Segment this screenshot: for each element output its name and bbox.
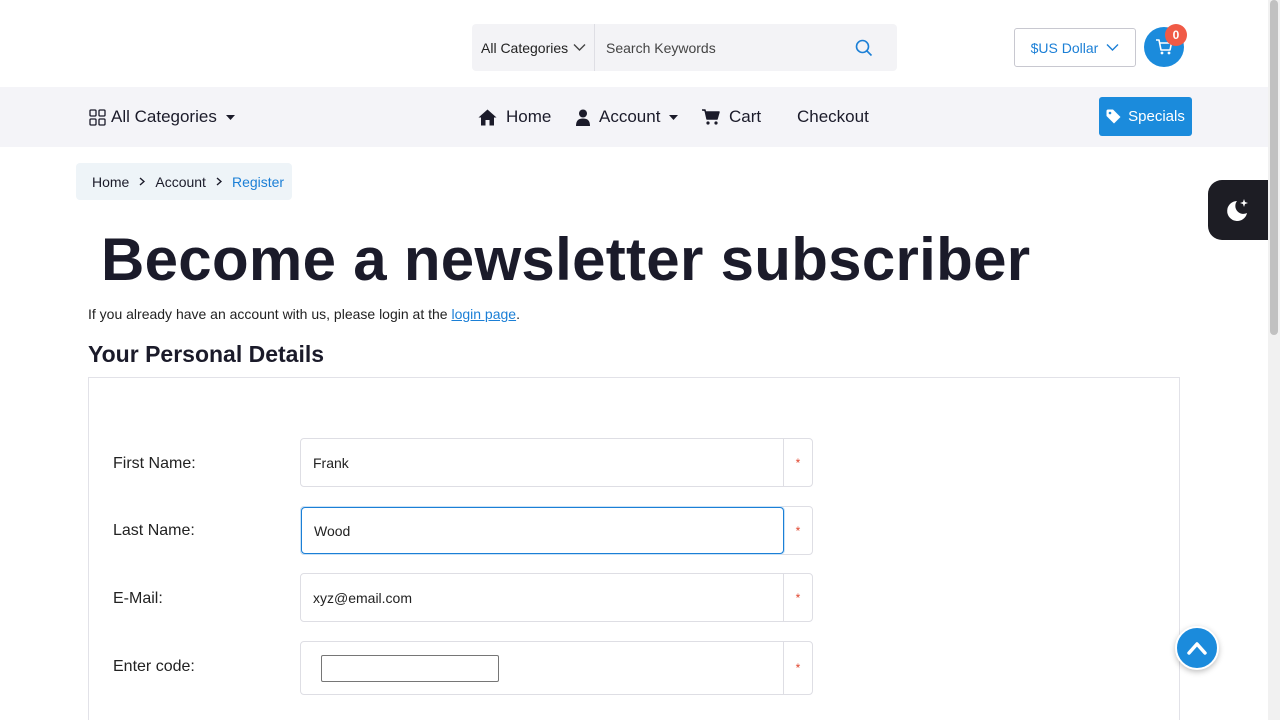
nav-home[interactable]: Home <box>478 87 551 147</box>
section-title: Your Personal Details <box>88 341 325 367</box>
nav-cart-label: Cart <box>729 107 762 126</box>
nav-cart[interactable]: Cart <box>702 87 761 147</box>
email-group: * <box>300 573 813 622</box>
code-input-wrapper <box>301 642 784 694</box>
caret-down-icon <box>669 114 679 120</box>
tag-icon <box>1106 109 1121 124</box>
code-label: Enter code: <box>113 658 195 675</box>
required-mark: * <box>795 590 801 605</box>
page-title: Become a newsletter subscriber <box>101 226 1031 293</box>
chevron-down-icon <box>573 44 586 51</box>
nav-checkout-label: Checkout <box>797 107 869 126</box>
user-icon <box>576 109 590 126</box>
chevron-up-icon <box>1187 642 1207 655</box>
required-mark: * <box>795 661 801 675</box>
intro-text-before: If you already have an account with us, … <box>88 306 452 322</box>
caret-down-icon <box>225 114 235 120</box>
cart-icon <box>702 109 720 125</box>
nav-account[interactable]: Account <box>576 87 679 147</box>
home-icon <box>478 109 497 125</box>
required-mark: * <box>795 523 801 538</box>
search-button[interactable] <box>831 24 897 71</box>
nav-checkout[interactable]: Checkout <box>797 87 869 147</box>
breadcrumb-register[interactable]: Register <box>232 174 284 190</box>
chevron-right-icon <box>216 177 222 186</box>
moon-stars-icon <box>1227 199 1248 221</box>
page-scrollbar[interactable] <box>1268 0 1280 720</box>
chevron-right-icon <box>139 177 146 186</box>
email-input[interactable] <box>301 574 784 621</box>
main-nav: All Categories Home Account Cart Checkou… <box>0 87 1268 147</box>
chevron-down-icon <box>1106 44 1119 51</box>
code-input[interactable] <box>321 655 499 682</box>
top-header: All Categories $US Dollar 0 <box>0 0 1268 87</box>
required-mark: * <box>795 455 801 470</box>
breadcrumb-home[interactable]: Home <box>92 174 129 190</box>
search-input[interactable] <box>595 24 831 71</box>
cart-count-badge: 0 <box>1165 24 1187 46</box>
nav-all-categories[interactable]: All Categories <box>89 87 235 147</box>
code-group: * <box>300 641 813 695</box>
dark-mode-toggle[interactable] <box>1208 180 1268 240</box>
intro-text-after: . <box>516 306 520 322</box>
search-icon <box>855 39 873 56</box>
specials-label: Specials <box>1128 108 1185 125</box>
breadcrumb-account[interactable]: Account <box>155 174 206 190</box>
nav-all-categories-label: All Categories <box>111 107 217 126</box>
login-page-link[interactable]: login page <box>451 306 516 322</box>
nav-home-label: Home <box>506 107 552 126</box>
first-name-input[interactable] <box>301 439 784 486</box>
search-bar: All Categories <box>472 24 897 71</box>
last-name-group: * <box>300 506 813 555</box>
first-name-group: * <box>300 438 813 487</box>
currency-select[interactable]: $US Dollar <box>1014 28 1136 67</box>
scrollbar-thumb[interactable] <box>1270 0 1278 335</box>
email-label: E-Mail: <box>113 590 163 607</box>
currency-label: $US Dollar <box>1030 39 1099 56</box>
grid-icon <box>89 108 106 126</box>
search-category-select[interactable]: All Categories <box>472 24 595 71</box>
breadcrumb: Home Account Register <box>76 163 292 200</box>
last-name-input[interactable] <box>301 507 784 554</box>
first-name-label: First Name: <box>113 455 196 472</box>
scroll-to-top-button[interactable] <box>1175 626 1219 670</box>
specials-button[interactable]: Specials <box>1099 97 1192 136</box>
last-name-label: Last Name: <box>113 522 195 539</box>
nav-account-label: Account <box>599 107 661 126</box>
search-category-label: All Categories <box>481 39 569 56</box>
intro-text: If you already have an account with us, … <box>88 306 520 322</box>
